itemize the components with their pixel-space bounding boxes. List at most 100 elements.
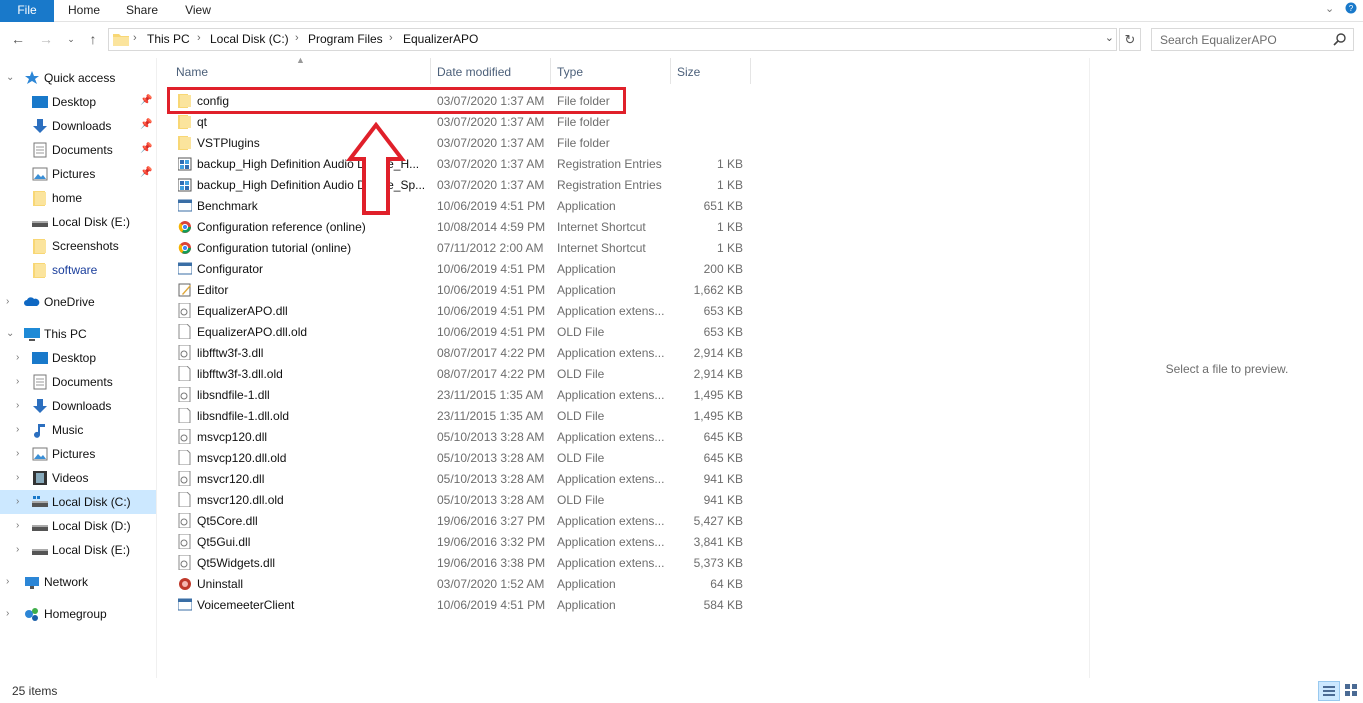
breadcrumb-separator[interactable]: › (133, 32, 137, 44)
nav-qa-documents[interactable]: Documents 📌 (0, 138, 156, 162)
nav-pc-documents[interactable]: › Documents (0, 370, 156, 394)
column-divider[interactable] (430, 58, 431, 84)
address-dropdown-icon[interactable]: ⌄ (1105, 31, 1114, 44)
search-input[interactable]: Search EqualizerAPO (1151, 28, 1354, 51)
chevron-right-icon[interactable]: › (16, 424, 19, 435)
file-row[interactable]: msvcr120.dll 05/10/2013 3:28 AM Applicatio… (158, 468, 758, 489)
file-row[interactable]: VSTPlugins 03/07/2020 1:37 AM File folder (158, 132, 758, 153)
file-row[interactable]: libsndfile-1.dll 23/11/2015 1:35 AM Applic… (158, 384, 758, 405)
file-row[interactable]: Configuration tutorial (online) 07/11/201… (158, 237, 758, 258)
chevron-down-icon[interactable]: ⌄ (6, 328, 14, 339)
file-row[interactable]: backup_High Definition Audio Device_Sp..… (158, 174, 758, 195)
breadcrumb-this-pc[interactable]: This PC (147, 32, 190, 46)
nav-label: Desktop (52, 351, 97, 365)
nav-qa-local-disk-e[interactable]: Local Disk (E:) (0, 210, 156, 234)
nav-qa-software[interactable]: software (0, 258, 156, 282)
nav-pc-downloads[interactable]: › Downloads (0, 394, 156, 418)
nav-pc-local-disk-d[interactable]: › Local Disk (D:) (0, 514, 156, 538)
file-type: Application (557, 283, 616, 297)
file-row[interactable]: Configurator 10/06/2019 4:51 PM Applicatio… (158, 258, 758, 279)
tab-view[interactable]: View (172, 0, 224, 22)
tab-file[interactable]: File (0, 0, 54, 22)
column-date-modified[interactable]: Date modified (437, 65, 511, 79)
file-row[interactable]: Qt5Gui.dll 19/06/2016 3:32 PM Application … (158, 531, 758, 552)
column-divider[interactable] (670, 58, 671, 84)
chevron-right-icon[interactable]: › (6, 608, 9, 619)
nav-homegroup[interactable]: › Homegroup (0, 602, 156, 626)
nav-this-pc[interactable]: ⌄ This PC (0, 322, 156, 346)
chevron-right-icon[interactable]: › (16, 496, 19, 507)
nav-qa-home[interactable]: home (0, 186, 156, 210)
nav-pc-local-disk-c[interactable]: › Local Disk (C:) (0, 490, 156, 514)
details-view-button[interactable] (1318, 681, 1340, 701)
file-date-modified: 03/07/2020 1:37 AM (437, 115, 545, 129)
file-row[interactable]: Qt5Core.dll 19/06/2016 3:27 PM Application… (158, 510, 758, 531)
up-button[interactable]: ↑ (84, 30, 102, 48)
forward-button[interactable]: → (37, 30, 55, 48)
file-size: 653 KB (703, 325, 743, 339)
help-icon[interactable]: ? (1345, 2, 1357, 17)
breadcrumb-separator[interactable]: › (197, 32, 201, 44)
nav-pc-desktop[interactable]: › Desktop (0, 346, 156, 370)
back-button[interactable]: ← (9, 30, 27, 48)
file-row[interactable]: msvcp120.dll.old 05/10/2013 3:28 AM OLD Fi… (158, 447, 758, 468)
chevron-right-icon[interactable]: › (16, 448, 19, 459)
column-divider[interactable] (750, 58, 751, 84)
file-row[interactable]: EqualizerAPO.dll 10/06/2019 4:51 PM Applic… (158, 300, 758, 321)
nav-onedrive[interactable]: › OneDrive (0, 290, 156, 314)
chevron-right-icon[interactable]: › (16, 376, 19, 387)
column-name[interactable]: Name (176, 65, 208, 79)
breadcrumb-program-files[interactable]: Program Files (308, 32, 383, 46)
breadcrumb-equalizerapo[interactable]: EqualizerAPO (403, 32, 478, 46)
file-row[interactable]: Uninstall 03/07/2020 1:52 AM Application 64… (158, 573, 758, 594)
file-size: 1 KB (716, 241, 743, 255)
chevron-right-icon[interactable]: › (16, 472, 19, 483)
file-row[interactable]: msvcp120.dll 05/10/2013 3:28 AM Applicatio… (158, 426, 758, 447)
nav-pc-videos[interactable]: › Videos (0, 466, 156, 490)
nav-qa-downloads[interactable]: Downloads 📌 (0, 114, 156, 138)
file-row[interactable]: msvcr120.dll.old 05/10/2013 3:28 AM OLD Fi… (158, 489, 758, 510)
chevron-right-icon[interactable]: › (16, 520, 19, 531)
search-icon[interactable] (1333, 32, 1347, 46)
file-row[interactable]: EqualizerAPO.dll.old 10/06/2019 4:51 PM OL… (158, 321, 758, 342)
breadcrumb-separator[interactable]: › (295, 32, 299, 44)
file-row[interactable]: backup_High Definition Audio Device_H...… (158, 153, 758, 174)
column-divider[interactable] (550, 58, 551, 84)
column-size[interactable]: Size (677, 65, 700, 79)
nav-network[interactable]: › Network (0, 570, 156, 594)
tab-share[interactable]: Share (116, 0, 168, 22)
chevron-down-icon[interactable]: ⌄ (1325, 2, 1334, 15)
file-row[interactable]: libsndfile-1.dll.old 23/11/2015 1:35 AM OL… (158, 405, 758, 426)
nav-qa-screenshots[interactable]: Screenshots (0, 234, 156, 258)
tab-home[interactable]: Home (58, 0, 110, 22)
file-row[interactable]: Benchmark 10/06/2019 4:51 PM Application 65… (158, 195, 758, 216)
file-date-modified: 23/11/2015 1:35 AM (437, 388, 544, 402)
file-row[interactable]: libfftw3f-3.dll 08/07/2017 4:22 PM Applica… (158, 342, 758, 363)
chevron-right-icon[interactable]: › (16, 544, 19, 555)
recent-locations-button[interactable]: ⌄ (62, 30, 80, 48)
file-row[interactable]: Editor 10/06/2019 4:51 PM Application 1,662… (158, 279, 758, 300)
chevron-right-icon[interactable]: › (6, 576, 9, 587)
nav-quick-access[interactable]: ⌄ Quick access (0, 66, 156, 90)
breadcrumb-separator[interactable]: › (389, 32, 393, 44)
file-row[interactable]: libfftw3f-3.dll.old 08/07/2017 4:22 PM OLD… (158, 363, 758, 384)
nav-qa-pictures[interactable]: Pictures 📌 (0, 162, 156, 186)
column-type[interactable]: Type (557, 65, 583, 79)
chevron-right-icon[interactable]: › (6, 296, 9, 307)
large-icons-view-button[interactable] (1342, 681, 1363, 701)
nav-pc-local-disk-e[interactable]: › Local Disk (E:) (0, 538, 156, 562)
file-row[interactable]: Configuration reference (online) 10/08/20… (158, 216, 758, 237)
chevron-right-icon[interactable]: › (16, 400, 19, 411)
chevron-right-icon[interactable]: › (16, 352, 19, 363)
breadcrumb-local-disk-c[interactable]: Local Disk (C:) (210, 32, 289, 46)
file-row[interactable]: VoicemeeterClient 10/06/2019 4:51 PM Appli… (158, 594, 758, 615)
nav-pc-pictures[interactable]: › Pictures (0, 442, 156, 466)
nav-pc-music[interactable]: › Music (0, 418, 156, 442)
file-row[interactable]: qt 03/07/2020 1:37 AM File folder (158, 111, 758, 132)
chevron-down-icon[interactable]: ⌄ (6, 72, 14, 83)
file-row[interactable]: Qt5Widgets.dll 19/06/2016 3:38 PM Applicat… (158, 552, 758, 573)
refresh-button[interactable]: ↻ (1119, 28, 1141, 51)
nav-qa-desktop[interactable]: Desktop 📌 (0, 90, 156, 114)
address-bar[interactable]: › This PC › Local Disk (C:) › Program Fi… (108, 28, 1117, 51)
folder-icon (33, 239, 46, 254)
